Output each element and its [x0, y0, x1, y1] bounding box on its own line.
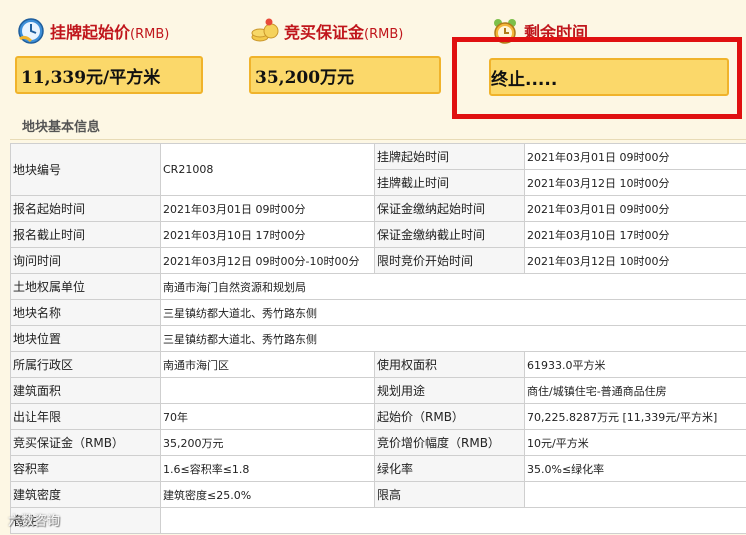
reg-end-label: 报名截止时间	[10, 221, 161, 248]
planned-use-label: 规划用途	[374, 377, 525, 404]
start-price-header: 挂牌起始价(RMB)	[16, 14, 169, 48]
land-area-label: 使用权面积	[374, 351, 525, 378]
reg-end-value: 2021年03月10日 17时00分	[160, 221, 375, 248]
coins-icon	[250, 16, 280, 46]
district-value: 南通市海门区	[160, 351, 375, 378]
greening-rate-value: 35.0%≤绿化率	[524, 455, 746, 482]
parcel-info-table: 地块编号 CR21008 挂牌起始时间 2021年03月01日 09时00分 挂…	[10, 143, 746, 534]
land-area-value: 61933.0平方米	[524, 351, 746, 378]
listing-start-label: 挂牌起始时间	[374, 143, 525, 170]
table-row: 建筑密度 建筑密度≤25.0% 限高	[10, 481, 746, 508]
table-row: 地块位置 三星镇纺都大道北、秀竹路东侧	[10, 325, 746, 352]
remarks-value	[160, 507, 746, 534]
listing-end-label: 挂牌截止时间	[374, 169, 525, 196]
deposit-label: 竞买保证金(RMB)	[284, 23, 404, 42]
listing-end-value: 2021年03月12日 10时00分	[524, 169, 746, 196]
deposit-value: 35,200万元	[249, 56, 441, 94]
section-title: 地块基本信息	[22, 120, 101, 135]
reg-start-value: 2021年03月01日 09时00分	[160, 195, 375, 222]
deposit-start-value: 2021年03月01日 09时00分	[524, 195, 746, 222]
table-row: 询问时间 2021年03月12日 09时00分-10时00分 限时竞价开始时间 …	[10, 247, 746, 274]
plot-ratio-label: 容积率	[10, 455, 161, 482]
parcel-no-label: 地块编号	[10, 143, 161, 196]
parcel-location-label: 地块位置	[10, 325, 161, 352]
parcel-name-label: 地块名称	[10, 299, 161, 326]
bid-deposit-label: 竞买保证金（RMB）	[10, 429, 161, 456]
bid-deposit-value: 35,200万元	[160, 429, 375, 456]
watermark: 六数咨询	[8, 514, 61, 529]
table-row: 建筑面积 规划用途 商住/城镇住宅-普通商品住房	[10, 377, 746, 404]
parcel-location-value: 三星镇纺都大道北、秀竹路东侧	[160, 325, 746, 352]
owner-unit-value: 南通市海门自然资源和规划局	[160, 273, 746, 300]
building-density-label: 建筑密度	[10, 481, 161, 508]
reg-start-label: 报名起始时间	[10, 195, 161, 222]
greening-rate-label: 绿化率	[374, 455, 525, 482]
listing-start-value: 2021年03月01日 09时00分	[524, 143, 746, 170]
start-price-row-value: 70,225.8287万元 [11,339元/平方米]	[524, 403, 746, 430]
table-row: 所属行政区 南通市海门区 使用权面积 61933.0平方米	[10, 351, 746, 378]
table-row: 容积率 1.6≤容积率≤1.8 绿化率 35.0%≤绿化率	[10, 455, 746, 482]
lease-term-label: 出让年限	[10, 403, 161, 430]
district-label: 所属行政区	[10, 351, 161, 378]
building-density-value: 建筑密度≤25.0%	[160, 481, 375, 508]
height-limit-value	[524, 481, 746, 508]
highlight-frame	[452, 37, 742, 119]
start-price-row-label: 起始价（RMB）	[374, 403, 525, 430]
table-row: 报名起始时间 2021年03月01日 09时00分 保证金缴纳起始时间 2021…	[10, 195, 746, 222]
bidding-start-label: 限时竞价开始时间	[374, 247, 525, 274]
building-area-label: 建筑面积	[10, 377, 161, 404]
table-row: 出让年限 70年 起始价（RMB） 70,225.8287万元 [11,339元…	[10, 403, 746, 430]
bid-increment-label: 竞价增价幅度（RMB）	[374, 429, 525, 456]
start-price-value: 11,339元/平方米	[15, 56, 203, 94]
table-row: 土地权属单位 南通市海门自然资源和规划局	[10, 273, 746, 300]
table-row: 报名截止时间 2021年03月10日 17时00分 保证金缴纳截止时间 2021…	[10, 221, 746, 248]
deposit-end-label: 保证金缴纳截止时间	[374, 221, 525, 248]
lease-term-value: 70年	[160, 403, 375, 430]
planned-use-value: 商住/城镇住宅-普通商品住房	[524, 377, 746, 404]
inquiry-time-value: 2021年03月12日 09时00分-10时00分	[160, 247, 375, 274]
inquiry-time-label: 询问时间	[10, 247, 161, 274]
bid-increment-value: 10元/平方米	[524, 429, 746, 456]
start-price-label: 挂牌起始价(RMB)	[50, 23, 170, 42]
building-area-value	[160, 377, 375, 404]
deposit-header: 竞买保证金(RMB)	[250, 14, 403, 48]
deposit-start-label: 保证金缴纳起始时间	[374, 195, 525, 222]
parcel-name-value: 三星镇纺都大道北、秀竹路东侧	[160, 299, 746, 326]
plot-ratio-value: 1.6≤容积率≤1.8	[160, 455, 375, 482]
owner-unit-label: 土地权属单位	[10, 273, 161, 300]
table-row: 备注	[10, 507, 746, 534]
table-row: 地块名称 三星镇纺都大道北、秀竹路东侧	[10, 299, 746, 326]
deposit-end-value: 2021年03月10日 17时00分	[524, 221, 746, 248]
bidding-start-value: 2021年03月12日 10时00分	[524, 247, 746, 274]
parcel-no-value: CR21008	[160, 143, 375, 196]
height-limit-label: 限高	[374, 481, 525, 508]
price-clock-icon	[16, 16, 46, 46]
table-row: 地块编号 CR21008 挂牌起始时间 2021年03月01日 09时00分	[10, 143, 746, 196]
section-divider	[10, 139, 746, 140]
table-row: 竞买保证金（RMB） 35,200万元 竞价增价幅度（RMB） 10元/平方米	[10, 429, 746, 456]
